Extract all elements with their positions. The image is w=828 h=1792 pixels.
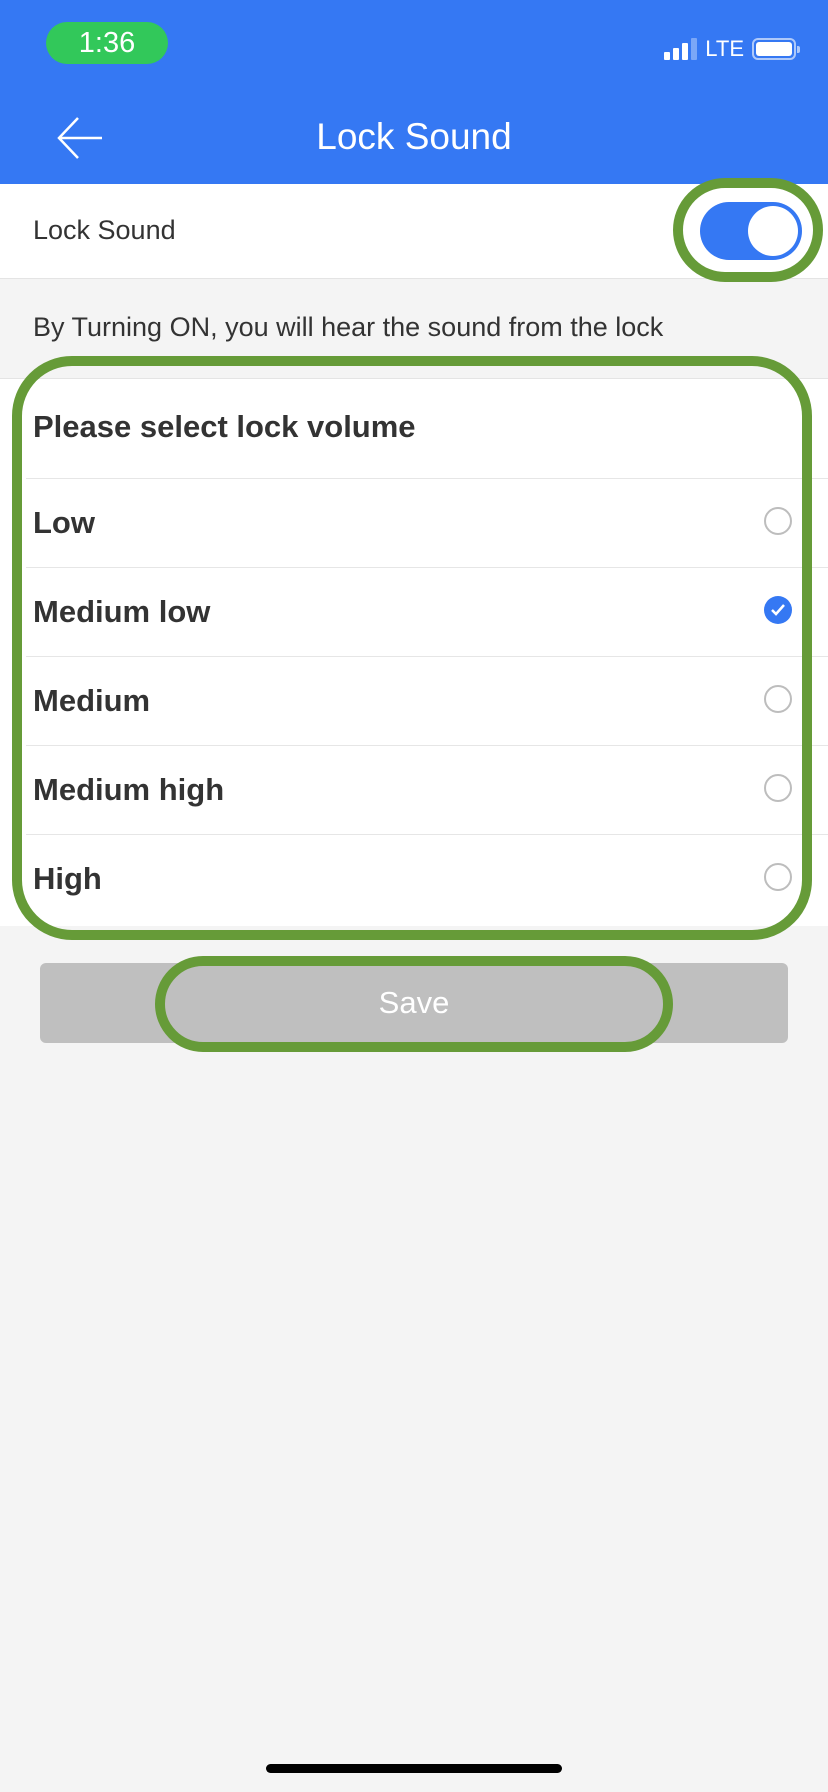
option-label: High bbox=[33, 861, 102, 896]
volume-option-low[interactable]: Low bbox=[26, 478, 828, 567]
lock-sound-label: Lock Sound bbox=[33, 215, 176, 245]
radio-unchecked-icon[interactable] bbox=[764, 774, 792, 802]
battery-icon bbox=[752, 38, 800, 60]
radio-checked-icon[interactable] bbox=[764, 596, 792, 624]
volume-option-high[interactable]: High bbox=[26, 834, 828, 923]
option-label: Low bbox=[33, 505, 95, 540]
status-icons: LTE bbox=[664, 36, 800, 62]
volume-heading: Please select lock volume bbox=[33, 409, 416, 444]
option-label: Medium bbox=[33, 683, 151, 718]
lock-sound-row: Lock Sound bbox=[0, 184, 828, 279]
volume-option-medium-high[interactable]: Medium high bbox=[26, 745, 828, 834]
option-label: Medium high bbox=[33, 772, 225, 807]
radio-unchecked-icon[interactable] bbox=[764, 685, 792, 713]
radio-unchecked-icon[interactable] bbox=[764, 863, 792, 891]
save-button[interactable]: Save bbox=[40, 963, 788, 1043]
page-title: Lock Sound bbox=[316, 116, 512, 157]
radio-unchecked-icon[interactable] bbox=[764, 507, 792, 535]
network-type: LTE bbox=[705, 36, 744, 61]
option-label: Medium low bbox=[33, 594, 211, 629]
signal-icon bbox=[664, 38, 698, 60]
toggle-knob bbox=[748, 206, 798, 256]
status-time: 1:36 bbox=[46, 22, 168, 64]
lock-sound-toggle[interactable] bbox=[700, 202, 802, 260]
app-header: 1:36 LTE Lock Sound bbox=[0, 0, 828, 184]
volume-option-medium[interactable]: Medium bbox=[26, 656, 828, 745]
lock-sound-description: By Turning ON, you will hear the sound f… bbox=[33, 312, 664, 342]
home-indicator[interactable] bbox=[266, 1764, 562, 1773]
volume-panel: Please select lock volume Low Medium low… bbox=[0, 378, 828, 926]
volume-option-medium-low[interactable]: Medium low bbox=[26, 567, 828, 656]
